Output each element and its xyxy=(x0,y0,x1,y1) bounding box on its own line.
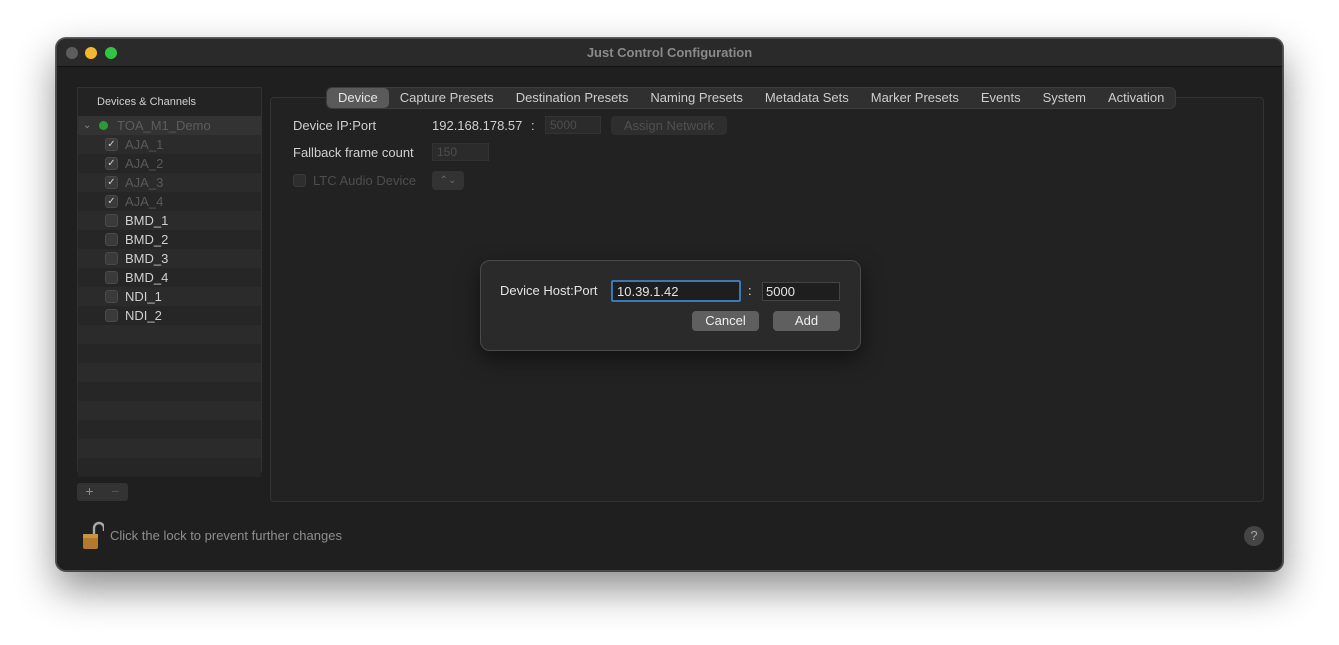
tab-destination-presets[interactable]: Destination Presets xyxy=(505,88,640,108)
channel-row[interactable]: ✓ AJA_1 xyxy=(78,135,261,154)
channel-label: AJA_3 xyxy=(125,175,164,190)
help-button[interactable]: ? xyxy=(1244,526,1264,546)
empty-row xyxy=(78,420,261,439)
empty-row xyxy=(78,382,261,401)
fallback-frame-count-field[interactable]: 150 xyxy=(432,143,489,161)
tab-device[interactable]: Device xyxy=(327,88,389,108)
add-remove-buttons: + − xyxy=(77,483,128,501)
tab-marker-presets[interactable]: Marker Presets xyxy=(860,88,970,108)
channel-checkbox[interactable] xyxy=(105,214,118,227)
channel-checkbox[interactable]: ✓ xyxy=(105,195,118,208)
channel-row[interactable]: BMD_4 xyxy=(78,268,261,287)
channel-label: BMD_4 xyxy=(125,270,169,285)
channel-checkbox[interactable]: ✓ xyxy=(105,176,118,189)
tab-events[interactable]: Events xyxy=(970,88,1032,108)
channel-checkbox[interactable] xyxy=(105,290,118,303)
channel-label: BMD_1 xyxy=(125,213,169,228)
device-ip-port-label: Device IP:Port xyxy=(293,118,377,133)
ltc-audio-device-label: LTC Audio Device xyxy=(313,173,417,188)
channel-label: AJA_1 xyxy=(125,137,164,152)
tab-capture-presets[interactable]: Capture Presets xyxy=(389,88,505,108)
channel-row[interactable]: BMD_2 xyxy=(78,230,261,249)
channel-label: BMD_2 xyxy=(125,232,169,247)
device-host-port-label: Device Host:Port xyxy=(500,283,598,298)
tab-system[interactable]: System xyxy=(1032,88,1097,108)
add-button[interactable]: Add xyxy=(773,311,840,331)
channel-label: NDI_1 xyxy=(125,289,162,304)
channel-checkbox[interactable]: ✓ xyxy=(105,157,118,170)
channel-label: AJA_2 xyxy=(125,156,164,171)
add-device-dialog: Device Host:Port : Cancel Add xyxy=(480,260,861,351)
device-port-input[interactable] xyxy=(762,282,840,301)
channel-label: BMD_3 xyxy=(125,251,169,266)
unlocked-padlock-icon[interactable] xyxy=(82,521,104,551)
channel-row[interactable]: BMD_1 xyxy=(78,211,261,230)
host-port-separator: : xyxy=(748,283,752,298)
channel-label: AJA_4 xyxy=(125,194,164,209)
chevron-down-icon[interactable]: ⌄ xyxy=(83,116,91,135)
empty-row xyxy=(78,363,261,382)
channel-row[interactable]: ✓ AJA_4 xyxy=(78,192,261,211)
device-host-input[interactable] xyxy=(611,280,741,302)
channel-row[interactable]: ✓ AJA_3 xyxy=(78,173,261,192)
channel-checkbox[interactable] xyxy=(105,252,118,265)
ltc-audio-device-checkbox[interactable] xyxy=(293,174,306,187)
channel-row[interactable]: ✓ AJA_2 xyxy=(78,154,261,173)
ltc-audio-device-popup[interactable]: ⌃⌄ xyxy=(432,171,464,190)
title-bar: Just Control Configuration xyxy=(57,39,1282,67)
add-device-button[interactable]: + xyxy=(77,483,102,501)
device-ip-value: 192.168.178.57 xyxy=(432,118,523,133)
channel-checkbox[interactable]: ✓ xyxy=(105,138,118,151)
channel-checkbox[interactable] xyxy=(105,309,118,322)
tab-bar: Device Capture Presets Destination Prese… xyxy=(326,87,1177,109)
device-row[interactable]: ⌄ TOA_M1_Demo xyxy=(78,116,261,135)
device-label: TOA_M1_Demo xyxy=(117,118,211,133)
device-port-field[interactable]: 5000 xyxy=(545,116,601,134)
empty-row xyxy=(78,458,261,477)
channel-row[interactable]: BMD_3 xyxy=(78,249,261,268)
devices-channels-list[interactable]: Devices & Channels ⌄ TOA_M1_Demo ✓ AJA_1 … xyxy=(77,87,262,477)
tab-metadata-sets[interactable]: Metadata Sets xyxy=(754,88,860,108)
tab-naming-presets[interactable]: Naming Presets xyxy=(639,88,753,108)
channel-row[interactable]: NDI_1 xyxy=(78,287,261,306)
assign-network-button[interactable]: Assign Network xyxy=(611,116,727,135)
channel-label: NDI_2 xyxy=(125,308,162,323)
cancel-button[interactable]: Cancel xyxy=(692,311,759,331)
sidebar-header: Devices & Channels xyxy=(78,88,261,116)
tab-activation[interactable]: Activation xyxy=(1097,88,1175,108)
fallback-frame-count-label: Fallback frame count xyxy=(293,145,414,160)
channel-checkbox[interactable] xyxy=(105,271,118,284)
empty-row xyxy=(78,344,261,363)
app-window: Just Control Configuration Devices & Cha… xyxy=(56,38,1283,571)
lock-hint-text: Click the lock to prevent further change… xyxy=(110,528,342,543)
status-dot-icon xyxy=(99,121,108,130)
window-title: Just Control Configuration xyxy=(586,45,753,60)
empty-row xyxy=(78,325,261,344)
ip-port-separator: : xyxy=(531,118,535,133)
remove-device-button[interactable]: − xyxy=(103,483,128,501)
empty-row xyxy=(78,439,261,458)
channel-checkbox[interactable] xyxy=(105,233,118,246)
channel-row[interactable]: NDI_2 xyxy=(78,306,261,325)
empty-row xyxy=(78,401,261,420)
